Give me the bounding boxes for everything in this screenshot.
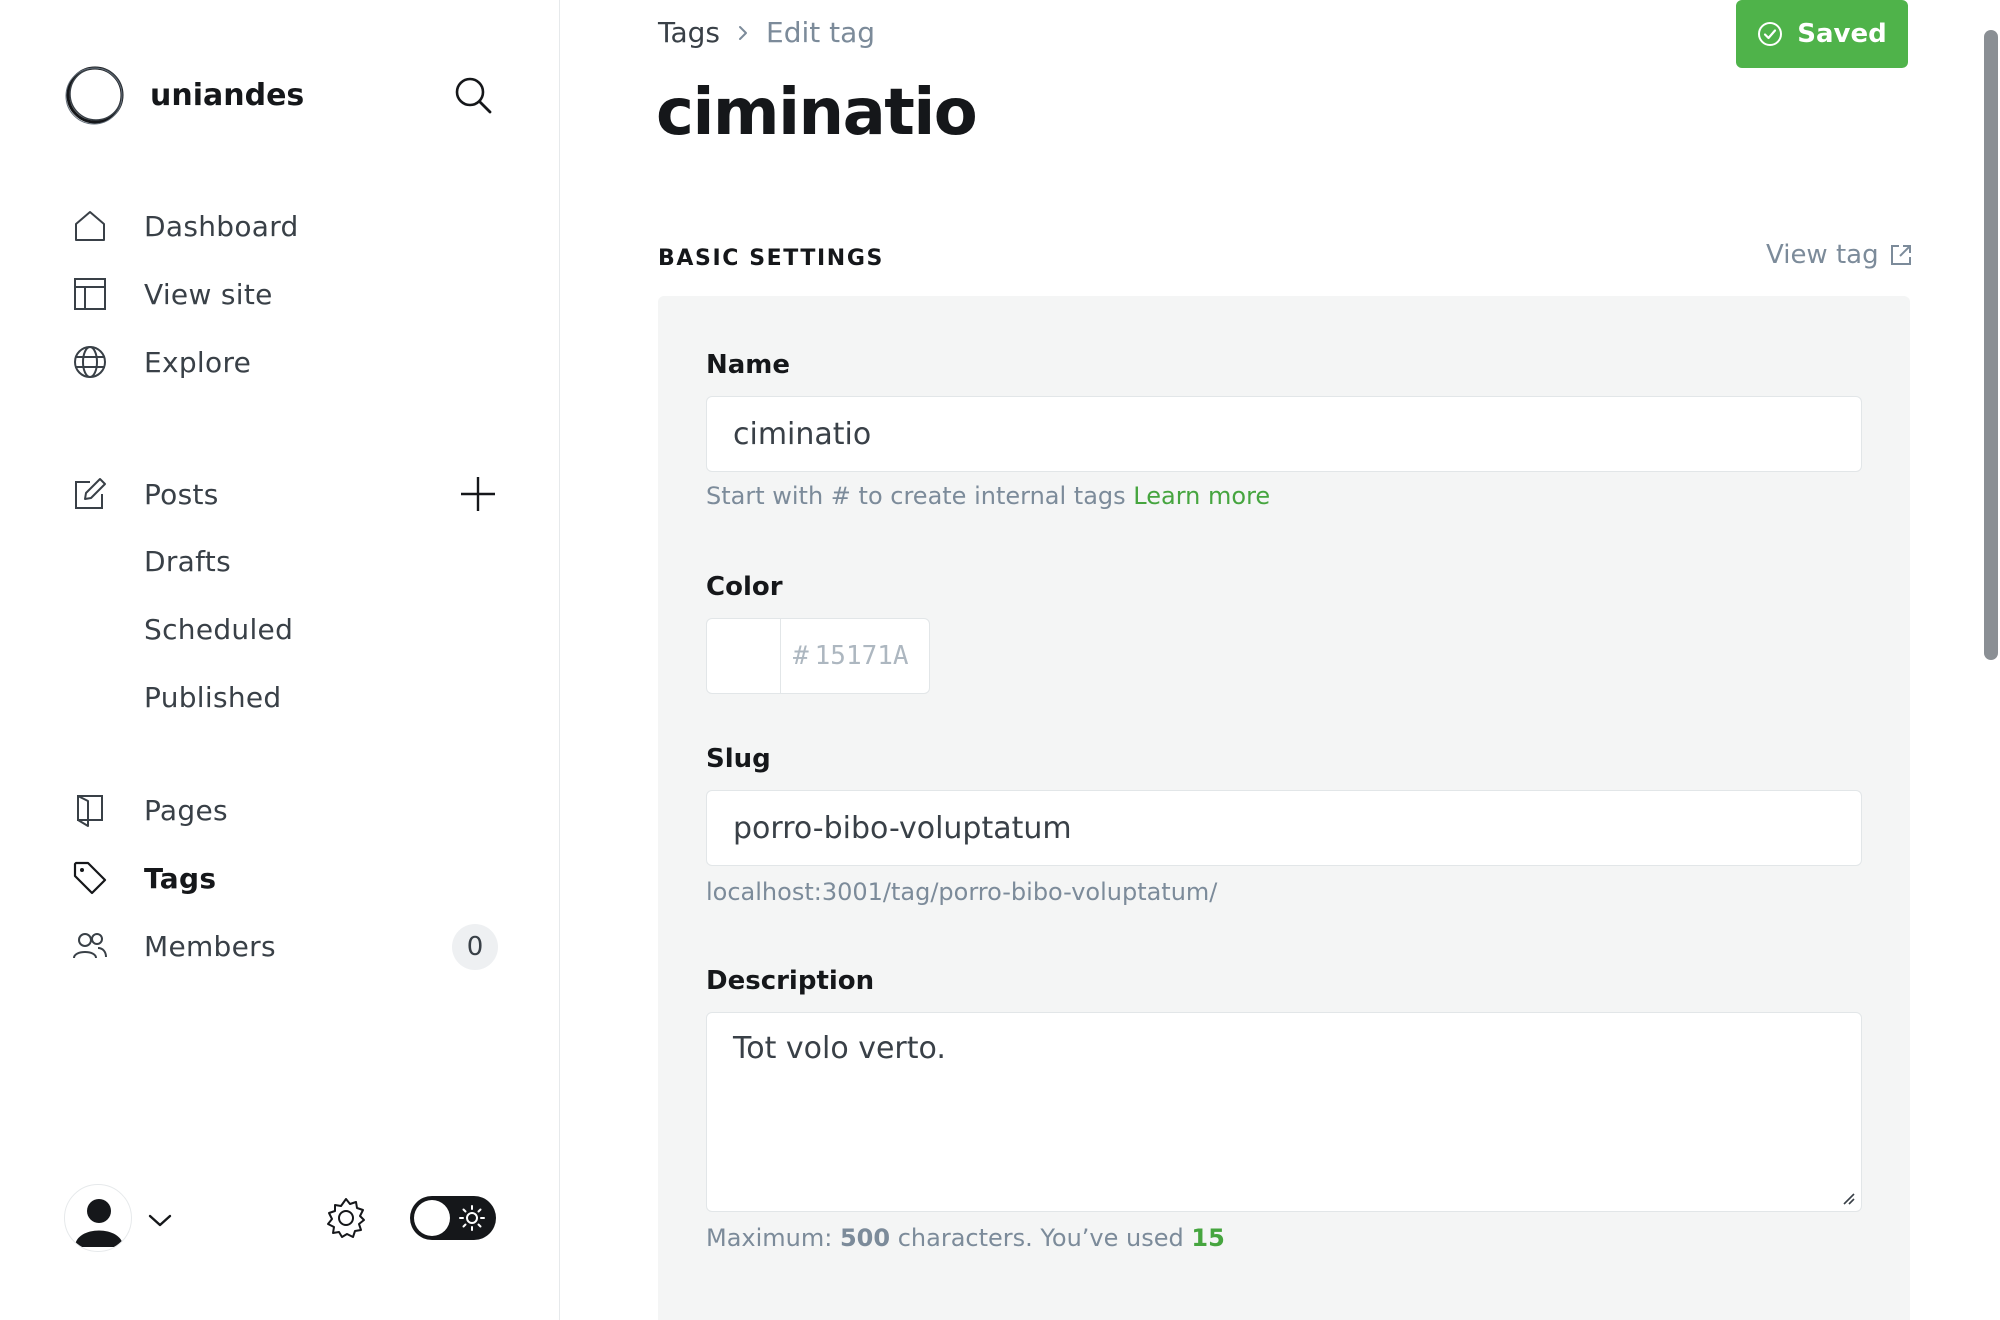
color-hex-placeholder: 15171A (814, 641, 909, 671)
sun-icon (459, 1205, 485, 1231)
plus-icon (461, 477, 495, 511)
brand-logo-icon (65, 66, 124, 125)
breadcrumb-current: Edit tag (766, 16, 876, 49)
color-field: # 15171A (706, 618, 930, 694)
description-text: Tot volo verto. (733, 1031, 946, 1066)
slug-label: Slug (706, 744, 771, 774)
resize-handle-icon[interactable] (1839, 1189, 1855, 1205)
brand[interactable]: uniandes (64, 64, 304, 126)
slug-url-preview: localhost:3001/tag/porro-bibo-voluptatum… (706, 878, 1218, 906)
tag-icon (72, 860, 108, 896)
sidebar-item-label: Dashboard (144, 209, 299, 243)
counter-max: 500 (839, 1224, 891, 1252)
settings-button[interactable] (324, 1196, 368, 1240)
view-tag-label: View tag (1766, 240, 1879, 270)
search-button[interactable] (452, 74, 494, 116)
sidebar-item-posts[interactable]: Posts (72, 470, 218, 518)
dark-mode-toggle[interactable] (410, 1196, 496, 1240)
save-button[interactable]: Saved (1736, 0, 1908, 68)
page-scrollbar[interactable] (1984, 30, 1998, 660)
external-link-icon (1890, 245, 1911, 265)
sidebar-item-pages[interactable]: Pages (72, 786, 228, 834)
main-content: Tags Edit tag ciminatio Saved BASIC SETT… (560, 0, 2000, 1320)
color-swatch[interactable] (707, 619, 781, 693)
toggle-knob (414, 1200, 450, 1236)
sidebar-item-view-site[interactable]: View site (72, 270, 272, 318)
home-icon (72, 208, 108, 244)
check-circle-icon (1758, 22, 1783, 46)
chevron-down-icon (148, 1214, 172, 1227)
sidebar-item-drafts[interactable]: Drafts (144, 538, 231, 586)
counter-middle: characters. You’ve used (897, 1224, 1184, 1252)
counter-prefix: Maximum: (706, 1224, 833, 1252)
sidebar-item-label: Posts (144, 477, 219, 511)
user-avatar-icon (75, 1199, 123, 1247)
sidebar-item-dashboard[interactable]: Dashboard (72, 202, 298, 250)
description-textarea[interactable]: Tot volo verto. (706, 1012, 1862, 1212)
slug-input[interactable]: porro-bibo-voluptatum (706, 790, 1862, 866)
search-icon (455, 77, 492, 114)
name-input[interactable]: ciminatio (706, 396, 1862, 472)
sidebar-item-label: View site (144, 277, 273, 311)
user-avatar[interactable] (64, 1184, 132, 1252)
section-heading: BASIC SETTINGS (658, 246, 884, 271)
page-title: ciminatio (656, 76, 978, 150)
name-hint-text: Start with # to create internal tags (706, 482, 1126, 510)
save-button-label: Saved (1797, 19, 1887, 49)
sidebar-item-explore[interactable]: Explore (72, 338, 251, 386)
breadcrumb: Tags Edit tag (658, 16, 875, 49)
sidebar-item-label: Pages (144, 793, 228, 827)
description-counter: Maximum: 500 characters. You’ve used 15 (706, 1224, 1225, 1252)
sidebar-item-label: Explore (144, 345, 252, 379)
color-hex-input[interactable]: # 15171A (781, 619, 909, 693)
globe-icon (72, 344, 108, 380)
chevron-right-icon (739, 25, 747, 40)
counter-used: 15 (1191, 1224, 1225, 1252)
members-count-badge: 0 (452, 924, 498, 970)
gear-icon (327, 1198, 365, 1238)
view-tag-link[interactable]: View tag (1766, 240, 1913, 270)
name-label: Name (706, 350, 791, 380)
members-icon (72, 928, 108, 964)
learn-more-link[interactable]: Learn more (1133, 482, 1270, 510)
sidebar-item-label: Tags (144, 861, 217, 895)
description-label: Description (706, 966, 875, 996)
edit-post-icon (72, 476, 108, 512)
sidebar-item-label: Members (144, 929, 276, 963)
color-label: Color (706, 572, 783, 602)
site-name: uniandes (150, 77, 305, 113)
layout-icon (72, 276, 108, 312)
basic-settings-panel: Name ciminatio Start with # to create in… (658, 296, 1910, 1320)
breadcrumb-tags-link[interactable]: Tags (658, 16, 720, 49)
user-menu-toggle[interactable] (146, 1206, 174, 1234)
name-hint: Start with # to create internal tags Lea… (706, 482, 1270, 510)
page-icon (72, 792, 108, 828)
sidebar-item-tags[interactable]: Tags (72, 854, 216, 902)
sidebar-item-published[interactable]: Published (144, 674, 282, 722)
sidebar-item-scheduled[interactable]: Scheduled (144, 606, 293, 654)
new-post-button[interactable] (458, 474, 498, 514)
sidebar-item-members[interactable]: Members (72, 922, 276, 970)
hash-prefix: # (793, 641, 809, 671)
sidebar: uniandes Dashboard View site Explore Pos… (0, 0, 560, 1320)
